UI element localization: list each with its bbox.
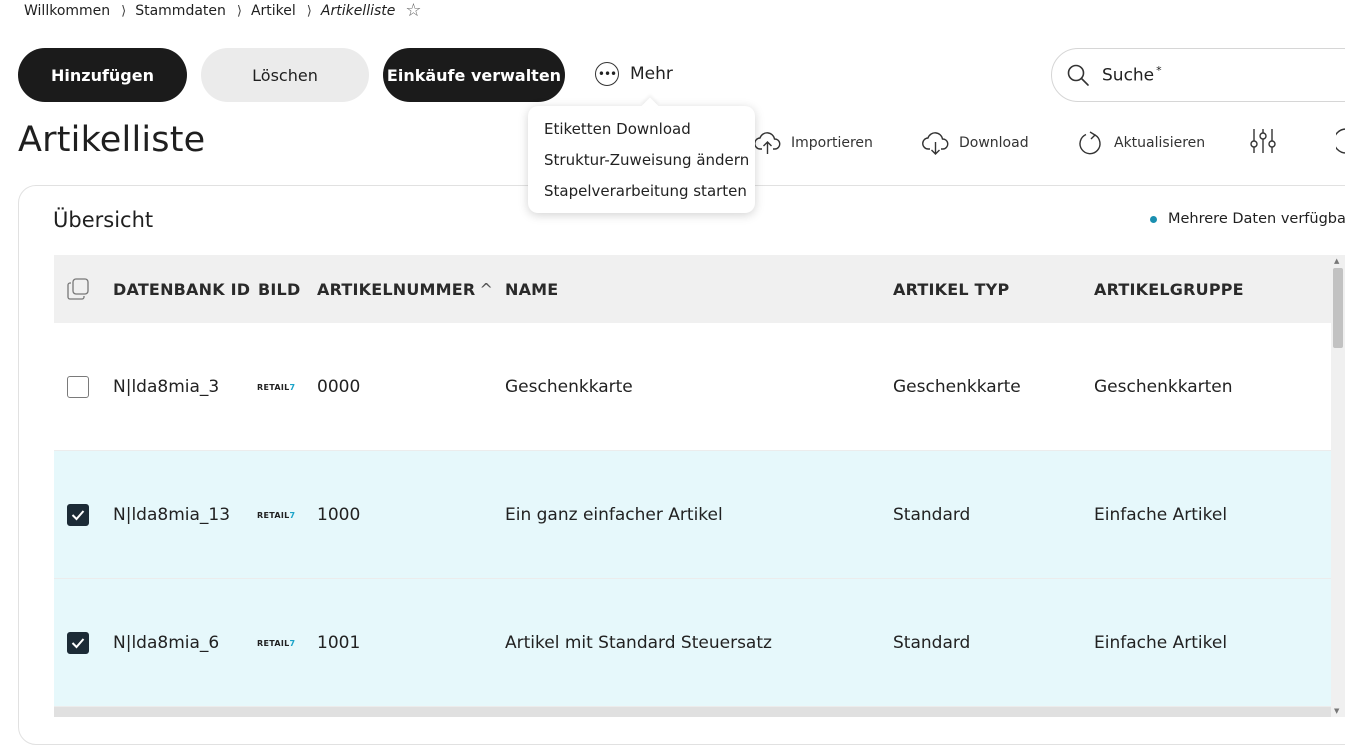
breadcrumb-item-articles[interactable]: Artikel	[251, 3, 296, 19]
cell-article-type: Standard	[893, 633, 971, 653]
scrollbar-thumb[interactable]	[1333, 268, 1343, 348]
article-image: RETAIL7	[257, 382, 296, 392]
table-row[interactable]: N|lda8mia_6 RETAIL7 1001 Artikel mit Sta…	[54, 579, 1332, 707]
table-row[interactable]: N|lda8mia_3 RETAIL7 0000 Geschenkkarte G…	[54, 323, 1332, 451]
favorite-star-icon[interactable]: ☆	[405, 2, 421, 20]
breadcrumb-separator: ⟩	[121, 3, 127, 19]
search-field[interactable]: Suche *	[1051, 48, 1345, 102]
scroll-down-arrow-icon[interactable]: ▼	[1334, 707, 1339, 715]
menu-item-batch-processing[interactable]: Stapelverarbeitung starten	[528, 180, 755, 211]
cell-article-type: Standard	[893, 505, 971, 525]
cell-db-id: N|lda8mia_6	[113, 633, 220, 653]
column-header-image[interactable]: BILD	[258, 280, 300, 299]
column-settings-button[interactable]	[1249, 128, 1277, 158]
more-dots-icon: •••	[595, 62, 619, 86]
cell-article-number: 0000	[317, 377, 361, 397]
table-scrollbar[interactable]: ▲ ▼	[1331, 255, 1345, 717]
cell-article-type: Geschenkkarte	[893, 377, 1021, 397]
checkmark-icon	[71, 638, 85, 649]
article-image: RETAIL7	[257, 638, 296, 648]
column-header-article-group[interactable]: ARTIKELGRUPPE	[1094, 280, 1244, 299]
column-header-article-type[interactable]: ARTIKEL TYP	[893, 280, 1009, 299]
cell-article-number: 1001	[317, 633, 361, 653]
refresh-icon	[1077, 129, 1104, 157]
cell-name: Ein ganz einfacher Artikel	[505, 505, 723, 525]
extra-action-button[interactable]	[1333, 127, 1345, 159]
cell-db-id: N|lda8mia_13	[113, 505, 231, 525]
import-label: Importieren	[791, 135, 873, 151]
cell-db-id: N|lda8mia_3	[113, 377, 220, 397]
add-button[interactable]: Hinzufügen	[18, 48, 187, 102]
cell-name: Geschenkkarte	[505, 377, 633, 397]
search-icon	[1067, 64, 1089, 86]
sort-ascending-icon: ^	[479, 279, 494, 299]
menu-item-change-structure[interactable]: Struktur-Zuweisung ändern	[528, 149, 755, 180]
more-button[interactable]: ••• Mehr	[595, 62, 673, 86]
sliders-icon	[1249, 127, 1277, 159]
more-data-label: Mehrere Daten verfügbar	[1168, 211, 1345, 227]
breadcrumb-item-welcome[interactable]: Willkommen	[24, 3, 110, 19]
select-all-icon[interactable]	[66, 277, 90, 305]
breadcrumb-current: Artikelliste	[320, 3, 396, 19]
cell-article-group: Einfache Artikel	[1094, 505, 1228, 525]
cell-article-group: Geschenkkarten	[1094, 377, 1233, 397]
breadcrumb-separator: ⟩	[236, 3, 242, 19]
column-header-name[interactable]: NAME	[505, 280, 558, 299]
row-checkbox[interactable]	[67, 376, 89, 398]
manage-purchases-button[interactable]: Einkäufe verwalten	[383, 48, 565, 102]
menu-item-label-download[interactable]: Etiketten Download	[528, 118, 755, 149]
table-header: DATENBANK ID BILD ARTIKELNUMMER ^ NAME AR…	[54, 255, 1334, 323]
breadcrumb-item-masterdata[interactable]: Stammdaten	[135, 3, 226, 19]
cell-article-group: Einfache Artikel	[1094, 633, 1228, 653]
card-title: Übersicht	[53, 208, 154, 232]
breadcrumb: Willkommen ⟩ Stammdaten ⟩ Artikel ⟩ Arti…	[24, 0, 422, 22]
refresh-button[interactable]: Aktualisieren	[1077, 128, 1205, 158]
article-image: RETAIL7	[257, 510, 296, 520]
cell-name: Artikel mit Standard Steuersatz	[505, 633, 772, 653]
page-title: Artikelliste	[18, 120, 206, 160]
download-button[interactable]: Download	[922, 128, 1029, 158]
more-label: Mehr	[630, 64, 673, 84]
checkmark-icon	[71, 510, 85, 521]
scroll-up-arrow-icon[interactable]: ▲	[1334, 257, 1339, 265]
cell-article-number: 1000	[317, 505, 361, 525]
table-row[interactable]: N|lda8mia_13 RETAIL7 1000 Ein ganz einfa…	[54, 451, 1332, 579]
breadcrumb-separator: ⟩	[306, 3, 312, 19]
row-checkbox[interactable]	[67, 632, 89, 654]
more-dropdown-menu: Etiketten Download Struktur-Zuweisung än…	[528, 106, 755, 213]
search-label: Suche *	[1102, 64, 1162, 86]
cloud-download-icon	[922, 130, 949, 156]
refresh-label: Aktualisieren	[1114, 135, 1206, 151]
row-checkbox[interactable]	[67, 504, 89, 526]
column-header-db-id[interactable]: DATENBANK ID	[113, 280, 250, 299]
cloud-upload-icon	[754, 130, 781, 156]
table-row-partial	[54, 707, 1332, 717]
status-dot	[1150, 215, 1157, 223]
column-header-article-number[interactable]: ARTIKELNUMMER ^	[317, 280, 493, 299]
download-label: Download	[959, 135, 1029, 151]
import-button[interactable]: Importieren	[754, 128, 873, 158]
circle-icon	[1333, 127, 1345, 159]
more-data-indicator: Mehrere Daten verfügbar	[1150, 211, 1345, 227]
delete-button[interactable]: Löschen	[201, 48, 369, 102]
